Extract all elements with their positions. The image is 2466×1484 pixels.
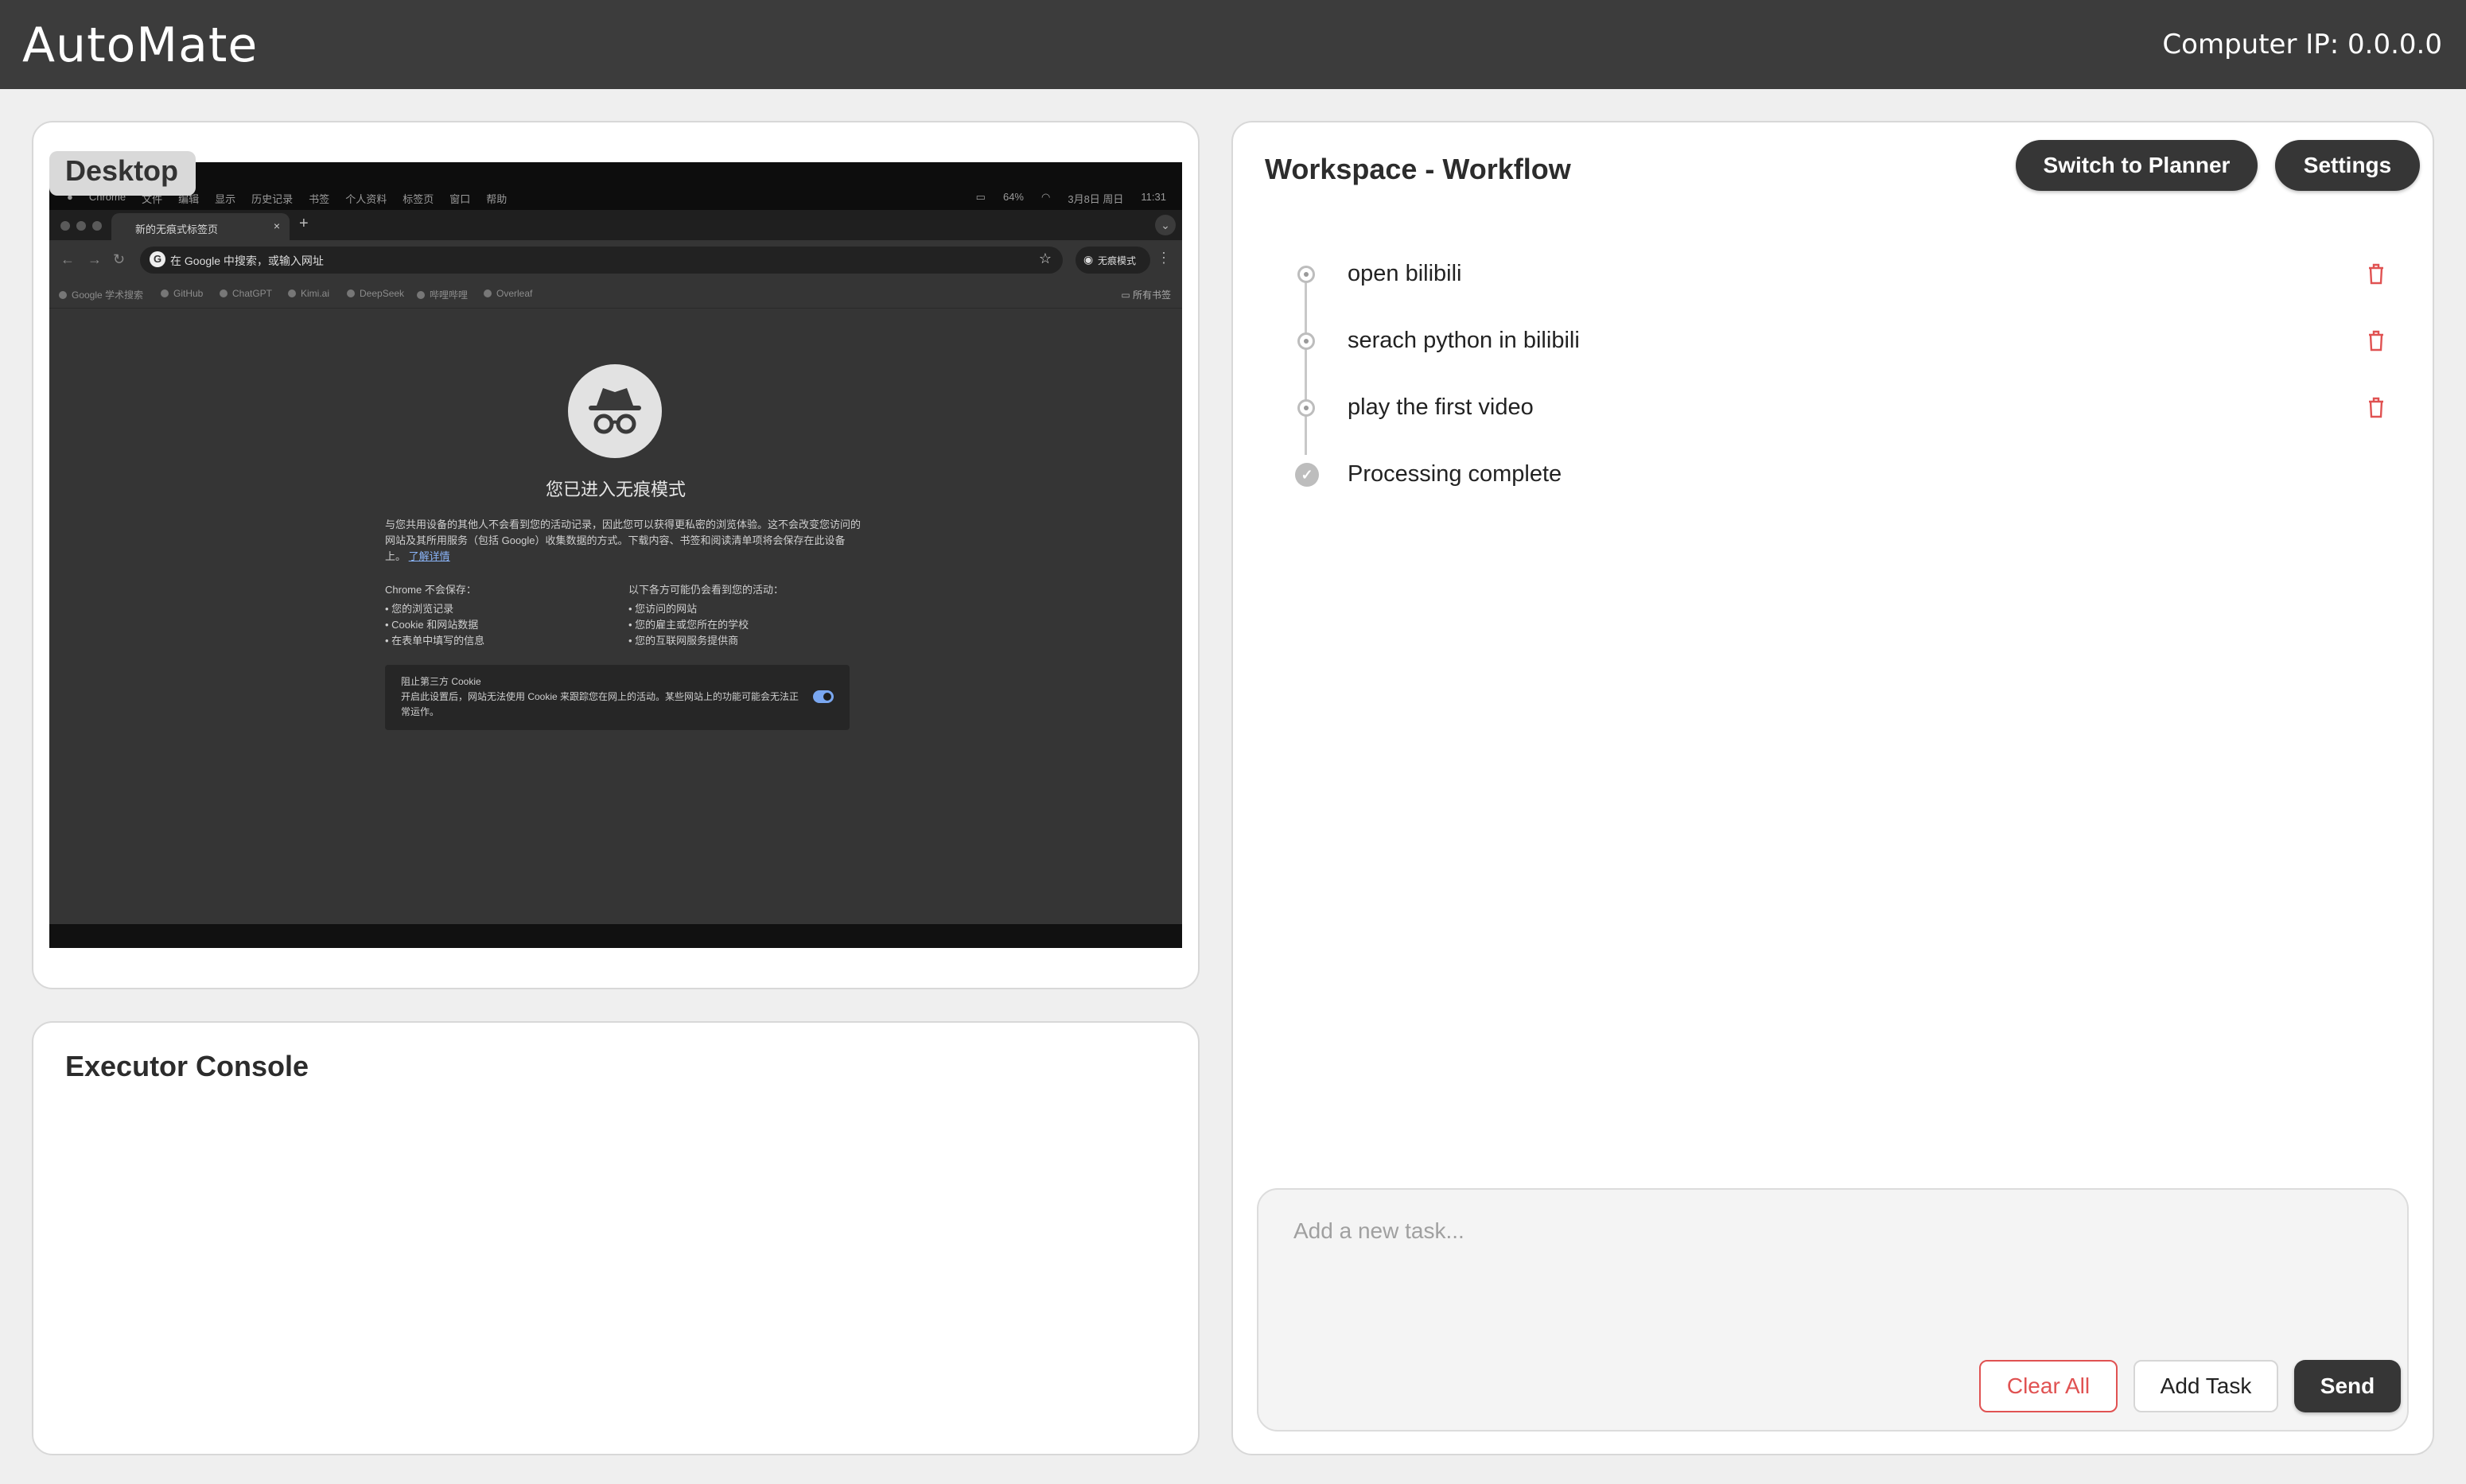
chrome-tab[interactable]: 新的无痕式标签页 × — [111, 213, 290, 240]
pending-dot-icon — [1297, 332, 1315, 350]
computer-ip: Computer IP: 0.0.0.0 — [2162, 29, 2442, 60]
menu-item: 标签页 — [403, 193, 434, 205]
cookie-title: 阻止第三方 Cookie — [401, 676, 481, 687]
top-bar: AutoMate Computer IP: 0.0.0.0 — [0, 0, 2466, 89]
app-title: AutoMate — [22, 17, 259, 73]
bookmark-item[interactable]: ChatGPT — [220, 288, 272, 299]
trash-icon[interactable] — [2364, 394, 2388, 420]
task-item-complete: ✓ Processing complete — [1281, 450, 2394, 498]
cookie-toggle[interactable] — [813, 690, 834, 703]
executor-console: Executor Console — [32, 1021, 1200, 1455]
new-task-input[interactable] — [1260, 1191, 2406, 1334]
pending-dot-icon — [1297, 399, 1315, 417]
cookie-text: 开启此设置后，网站无法使用 Cookie 来跟踪您在网上的活动。某些网站上的功能… — [401, 691, 799, 717]
menu-item: 帮助 — [486, 193, 508, 205]
bookmark-item[interactable]: Google 学术搜索 — [59, 288, 143, 301]
incognito-icon — [568, 364, 662, 458]
star-icon[interactable]: ☆ — [1039, 251, 1052, 267]
desktop-screenshot[interactable]: ● Chrome 文件 编辑 显示 历史记录 书签 个人资料 标签页 窗口 帮助… — [49, 162, 1182, 948]
menu-item: 书签 — [309, 193, 330, 205]
task-label: play the first video — [1348, 394, 1534, 420]
console-title: Executor Console — [65, 1050, 309, 1082]
window-minimize-icon[interactable] — [76, 221, 86, 231]
task-label: open bilibili — [1348, 261, 1462, 286]
bookmark-item[interactable]: GitHub — [161, 288, 203, 299]
bookmark-item[interactable]: Overleaf — [484, 288, 532, 299]
task-item[interactable]: play the first video — [1281, 383, 2394, 431]
menu-item: 历史记录 — [251, 193, 294, 205]
add-task-button[interactable]: Add Task — [2133, 1360, 2278, 1412]
settings-button[interactable]: Settings — [2275, 140, 2420, 191]
bookmark-item[interactable]: DeepSeek — [347, 288, 404, 299]
task-item[interactable]: serach python in bilibili — [1281, 317, 2394, 364]
more-icon[interactable]: ⋮ — [1157, 250, 1171, 266]
chrome-toolbar: ← → ↻ G 在 Google 中搜索，或输入网址 ☆ ◉ 无痕模式 ⋮ — [49, 240, 1182, 282]
bookmarks-bar: Google 学术搜索 GitHub ChatGPT Kimi.ai DeepS… — [49, 282, 1182, 309]
pending-dot-icon — [1297, 266, 1315, 283]
menubar-time: 11:31 — [1141, 191, 1166, 203]
back-icon[interactable]: ← — [60, 251, 75, 268]
reload-icon[interactable]: ↻ — [113, 251, 125, 268]
switch-to-planner-button[interactable]: Switch to Planner — [2016, 140, 2258, 191]
incognito-badge[interactable]: ◉ 无痕模式 — [1075, 247, 1150, 274]
chevron-down-icon[interactable]: ⌄ — [1155, 215, 1176, 235]
bookmark-item[interactable]: 哔哩哔哩 — [417, 288, 468, 301]
send-button[interactable]: Send — [2294, 1360, 2401, 1412]
screen-footer — [49, 924, 1182, 948]
battery-percent: 64% — [1002, 191, 1024, 203]
wifi-icon: ◠ — [1041, 191, 1051, 203]
menu-item: 个人资料 — [345, 193, 387, 205]
menubar-status: ▭ 64% ◠ 3月8日 周日 11:31 — [976, 191, 1166, 206]
window-zoom-icon[interactable] — [92, 221, 102, 231]
menu-item: 显示 — [215, 193, 236, 205]
tab-title: 新的无痕式标签页 — [135, 223, 219, 235]
trash-icon[interactable] — [2364, 261, 2388, 286]
tab-close-icon[interactable]: × — [274, 219, 280, 232]
mac-menubar: ● Chrome 文件 编辑 显示 历史记录 书签 个人资料 标签页 窗口 帮助… — [49, 162, 1182, 210]
workspace-panel: Workspace - Workflow Switch to Planner S… — [1231, 121, 2434, 1455]
menubar-date: 3月8日 周日 — [1068, 193, 1124, 205]
all-bookmarks[interactable]: ▭ 所有书签 — [1121, 288, 1171, 301]
address-bar[interactable]: G 在 Google 中搜索，或输入网址 ☆ — [140, 247, 1063, 274]
incognito-title: 您已进入无痕模式 — [545, 480, 686, 499]
address-placeholder: 在 Google 中搜索，或输入网址 — [170, 254, 324, 267]
new-tab-icon[interactable]: + — [299, 215, 309, 233]
incognito-description: 与您共用设备的其他人不会看到您的活动记录，因此您可以获得更私密的浏览体验。这不会… — [385, 519, 862, 562]
task-label: Processing complete — [1348, 461, 1562, 487]
google-icon: G — [150, 251, 165, 267]
bookmark-item[interactable]: Kimi.ai — [288, 288, 329, 299]
chrome-tab-bar: 新的无痕式标签页 × + ⌄ — [49, 210, 1182, 240]
task-composer: Clear All Add Task Send — [1257, 1188, 2409, 1432]
battery-icon: ▭ — [975, 191, 986, 203]
third-party-cookie-box: 阻止第三方 Cookie 开启此设置后，网站无法使用 Cookie 来跟踪您在网… — [385, 665, 850, 730]
clear-all-button[interactable]: Clear All — [1979, 1360, 2118, 1412]
learn-more-link[interactable]: 了解详情 — [409, 550, 450, 562]
check-icon: ✓ — [1295, 463, 1319, 487]
chrome-wont-save: Chrome 不会保存： • 您的浏览记录 • Cookie 和网站数据 • 在… — [385, 584, 485, 647]
task-label: serach python in bilibili — [1348, 328, 1580, 353]
menu-item: 窗口 — [449, 193, 471, 205]
desktop-label: Desktop — [49, 151, 196, 196]
trash-icon[interactable] — [2364, 328, 2388, 353]
workspace-title: Workspace - Workflow — [1265, 153, 1571, 185]
window-close-icon[interactable] — [60, 221, 70, 231]
incognito-badge-label: 无痕模式 — [1098, 255, 1137, 266]
forward-icon[interactable]: → — [88, 251, 102, 268]
task-item[interactable]: open bilibili — [1281, 250, 2394, 297]
activity-visible-to: 以下各方可能仍会看到您的活动： • 您访问的网站 • 您的雇主或您所在的学校 •… — [628, 584, 784, 647]
incognito-icon: ◉ — [1083, 253, 1094, 266]
